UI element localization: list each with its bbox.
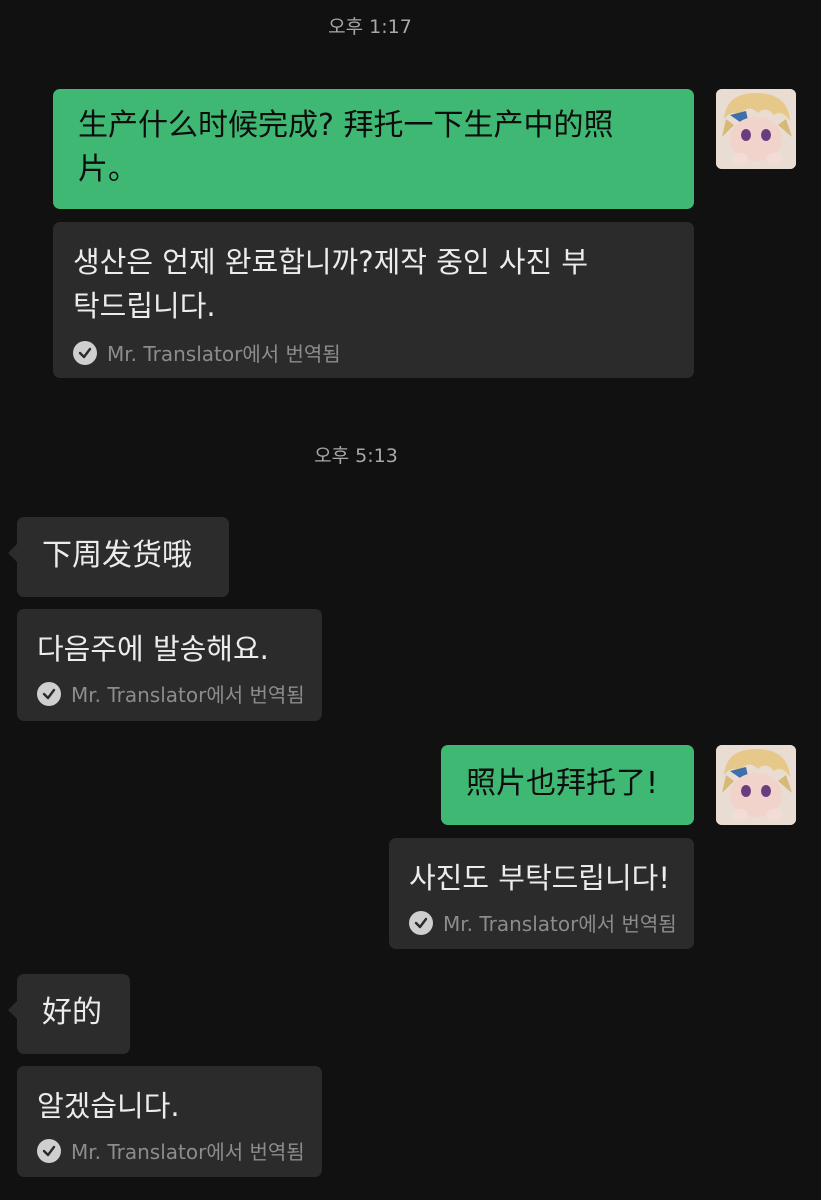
translation-bubble: 알겠습니다. Mr. Translator에서 번역됨 <box>17 1066 322 1177</box>
translation-text: 다음주에 발송해요. <box>37 632 269 666</box>
timestamp: 오후 5:13 <box>314 445 398 467</box>
translation-text: 생산은 언제 완료합니까?제작 중인 사진 부탁드립니다. <box>73 245 589 323</box>
translation-note: Mr. Translator에서 번역됨 <box>409 908 677 937</box>
translation-bubble: 생산은 언제 완료합니까?제작 중인 사진 부탁드립니다. Mr. Transl… <box>53 222 694 378</box>
check-circle-icon <box>73 340 97 365</box>
check-circle-icon <box>409 910 433 935</box>
bubble-tail <box>8 1000 18 1020</box>
message-text: 生产什么时候完成? 拜托一下生产中的照片。 <box>78 108 614 187</box>
translation-note: Mr. Translator에서 번역됨 <box>37 679 305 708</box>
translation-bubble: 다음주에 발송해요. Mr. Translator에서 번역됨 <box>17 609 322 721</box>
avatar-image <box>716 745 796 825</box>
translation-text: 알겠습니다. <box>37 1089 180 1123</box>
avatar[interactable] <box>716 745 796 825</box>
message-text: 下周发货哦 <box>42 538 192 573</box>
sent-message-bubble[interactable]: 生产什么时候完成? 拜托一下生产中的照片。 <box>53 89 694 209</box>
check-circle-icon <box>37 1138 61 1163</box>
message-text: 照片也拜托了! <box>466 766 659 801</box>
translation-credit: Mr. Translator에서 번역됨 <box>71 683 305 707</box>
translation-bubble: 사진도 부탁드립니다! Mr. Translator에서 번역됨 <box>389 838 694 949</box>
translation-credit: Mr. Translator에서 번역됨 <box>107 342 341 366</box>
avatar[interactable] <box>716 89 796 169</box>
sent-message-bubble[interactable]: 照片也拜托了! <box>441 745 694 825</box>
received-message-bubble[interactable]: 下周发货哦 <box>8 517 229 597</box>
message-text: 好的 <box>42 995 102 1030</box>
translation-credit: Mr. Translator에서 번역됨 <box>71 1140 305 1164</box>
bubble-tail <box>8 543 18 563</box>
translation-credit: Mr. Translator에서 번역됨 <box>443 912 677 936</box>
translation-note: Mr. Translator에서 번역됨 <box>37 1136 305 1165</box>
received-message-bubble[interactable]: 好的 <box>8 974 130 1054</box>
translation-text: 사진도 부탁드립니다! <box>409 861 670 895</box>
avatar-image <box>716 89 796 169</box>
check-circle-icon <box>37 681 61 706</box>
translation-note: Mr. Translator에서 번역됨 <box>73 338 674 367</box>
timestamp: 오후 1:17 <box>328 16 412 38</box>
